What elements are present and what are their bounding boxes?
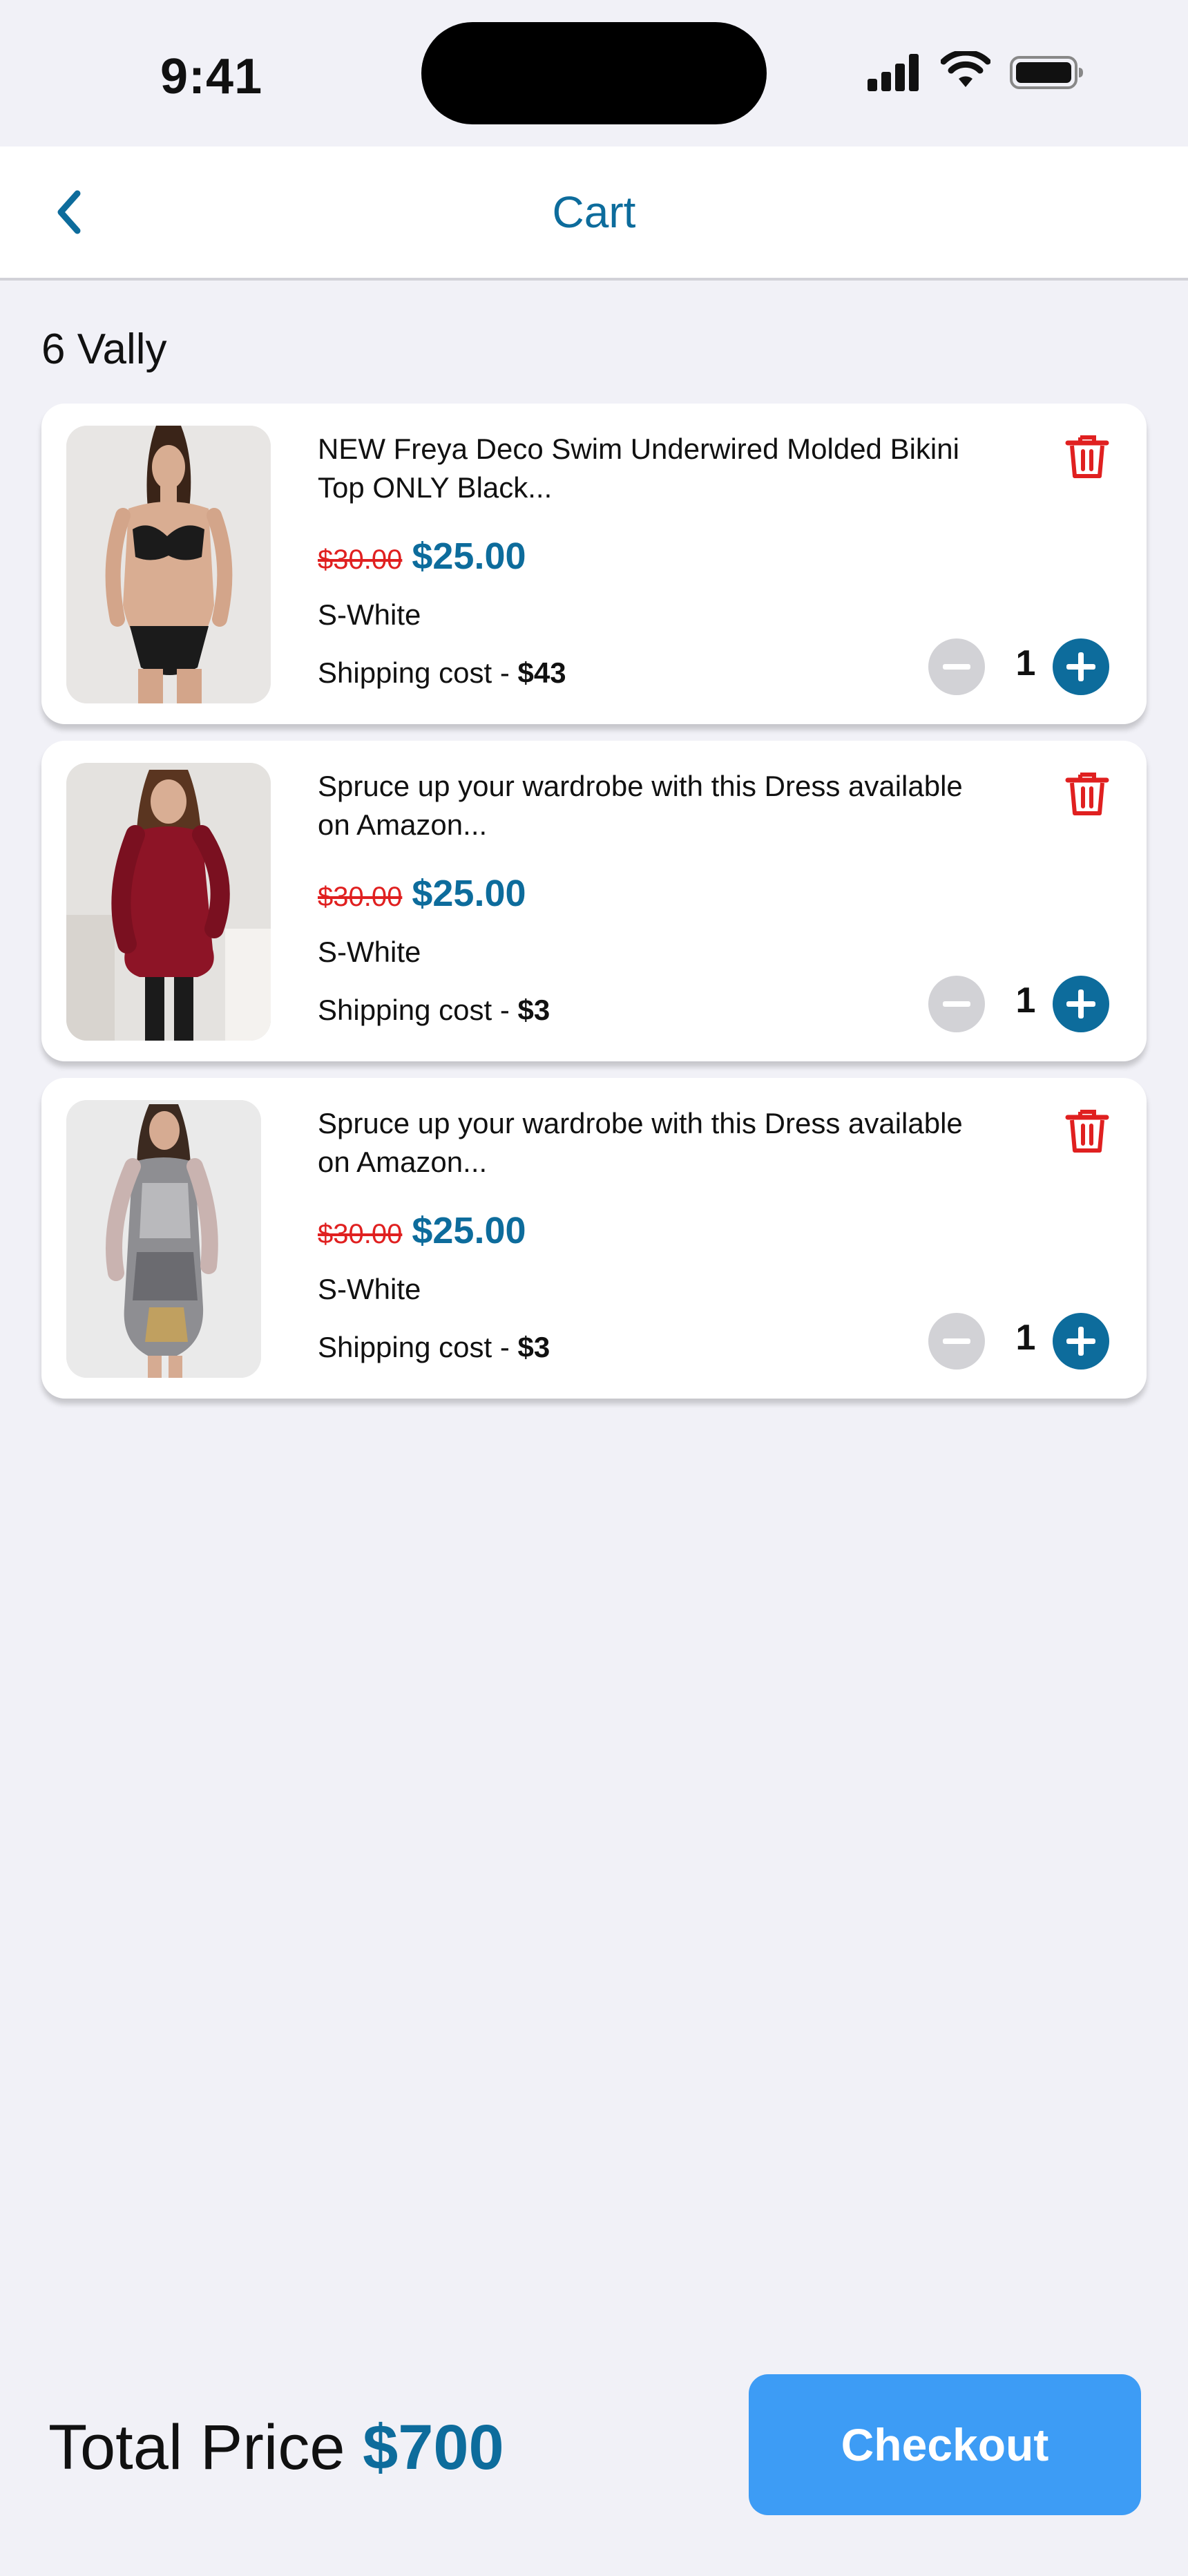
shipping-value: $43 [517,656,566,689]
delete-item-button[interactable] [1060,1103,1115,1158]
shipping-cost: Shipping cost - $3 [318,1331,550,1364]
product-image[interactable] [66,1100,261,1378]
cellular-signal-icon [868,54,920,91]
total-price-value: $700 [363,2412,504,2483]
cart-item-card: Spruce up your wardrobe with this Dress … [41,1078,1147,1399]
plus-icon [1066,652,1095,681]
product-variant: S-White [318,598,421,631]
shipping-cost: Shipping cost - $3 [318,994,550,1027]
product-title[interactable]: Spruce up your wardrobe with this Dress … [318,767,981,844]
decrease-quantity-button[interactable] [928,638,985,695]
sale-price: $25.00 [412,536,526,577]
decrease-quantity-button[interactable] [928,976,985,1032]
minus-icon [943,1338,970,1344]
product-title[interactable]: NEW Freya Deco Swim Underwired Molded Bi… [318,430,981,507]
nav-header: Cart [0,146,1188,281]
increase-quantity-button[interactable] [1053,638,1109,695]
cart-item-card: Spruce up your wardrobe with this Dress … [41,741,1147,1061]
price-row: $30.00 $25.00 [318,1209,526,1252]
shipping-value: $3 [517,994,550,1026]
quantity-value: 1 [1015,643,1036,683]
store-name: 6 Vally [41,325,167,373]
product-variant: S-White [318,936,421,968]
wifi-icon [941,51,990,87]
shipping-label: Shipping cost - [318,1331,518,1363]
status-time: 9:41 [160,49,263,104]
trash-icon [1065,435,1109,478]
shipping-label: Shipping cost - [318,656,518,689]
delete-item-button[interactable] [1060,428,1115,484]
quantity-value: 1 [1015,1318,1036,1358]
minus-icon [943,1001,970,1007]
total-price-label: Total Price [48,2412,345,2483]
sale-price: $25.00 [412,873,526,914]
battery-icon [1010,56,1083,89]
minus-icon [943,664,970,670]
product-image[interactable] [66,763,271,1041]
page-title: Cart [552,187,636,237]
decrease-quantity-button[interactable] [928,1313,985,1370]
product-title[interactable]: Spruce up your wardrobe with this Dress … [318,1104,981,1182]
product-image[interactable] [66,426,271,703]
status-bar: 9:41 [0,0,1188,146]
trash-icon [1065,1110,1109,1153]
price-row: $30.00 $25.00 [318,535,526,578]
shipping-cost: Shipping cost - $43 [318,656,566,690]
product-variant: S-White [318,1273,421,1305]
total-price: Total Price $700 [48,2412,504,2484]
price-row: $30.00 $25.00 [318,872,526,915]
original-price: $30.00 [318,1219,403,1249]
delete-item-button[interactable] [1060,766,1115,821]
increase-quantity-button[interactable] [1053,1313,1109,1370]
shipping-label: Shipping cost - [318,994,518,1026]
checkout-button[interactable]: Checkout [749,2374,1141,2515]
shipping-value: $3 [517,1331,550,1363]
dynamic-island [421,22,767,124]
original-price: $30.00 [318,882,403,912]
print-dress-product-photo [66,1100,261,1378]
trash-icon [1065,773,1109,815]
increase-quantity-button[interactable] [1053,976,1109,1032]
quantity-value: 1 [1015,981,1036,1021]
original-price: $30.00 [318,544,403,575]
bikini-product-photo [66,426,271,703]
cart-screen: 9:41 Cart 6 Vally NEW Freya Deco Swim Un… [0,0,1188,2576]
red-dress-product-photo [66,763,271,1041]
plus-icon [1066,989,1095,1019]
sale-price: $25.00 [412,1210,526,1251]
plus-icon [1066,1327,1095,1356]
cart-item-card: NEW Freya Deco Swim Underwired Molded Bi… [41,404,1147,724]
